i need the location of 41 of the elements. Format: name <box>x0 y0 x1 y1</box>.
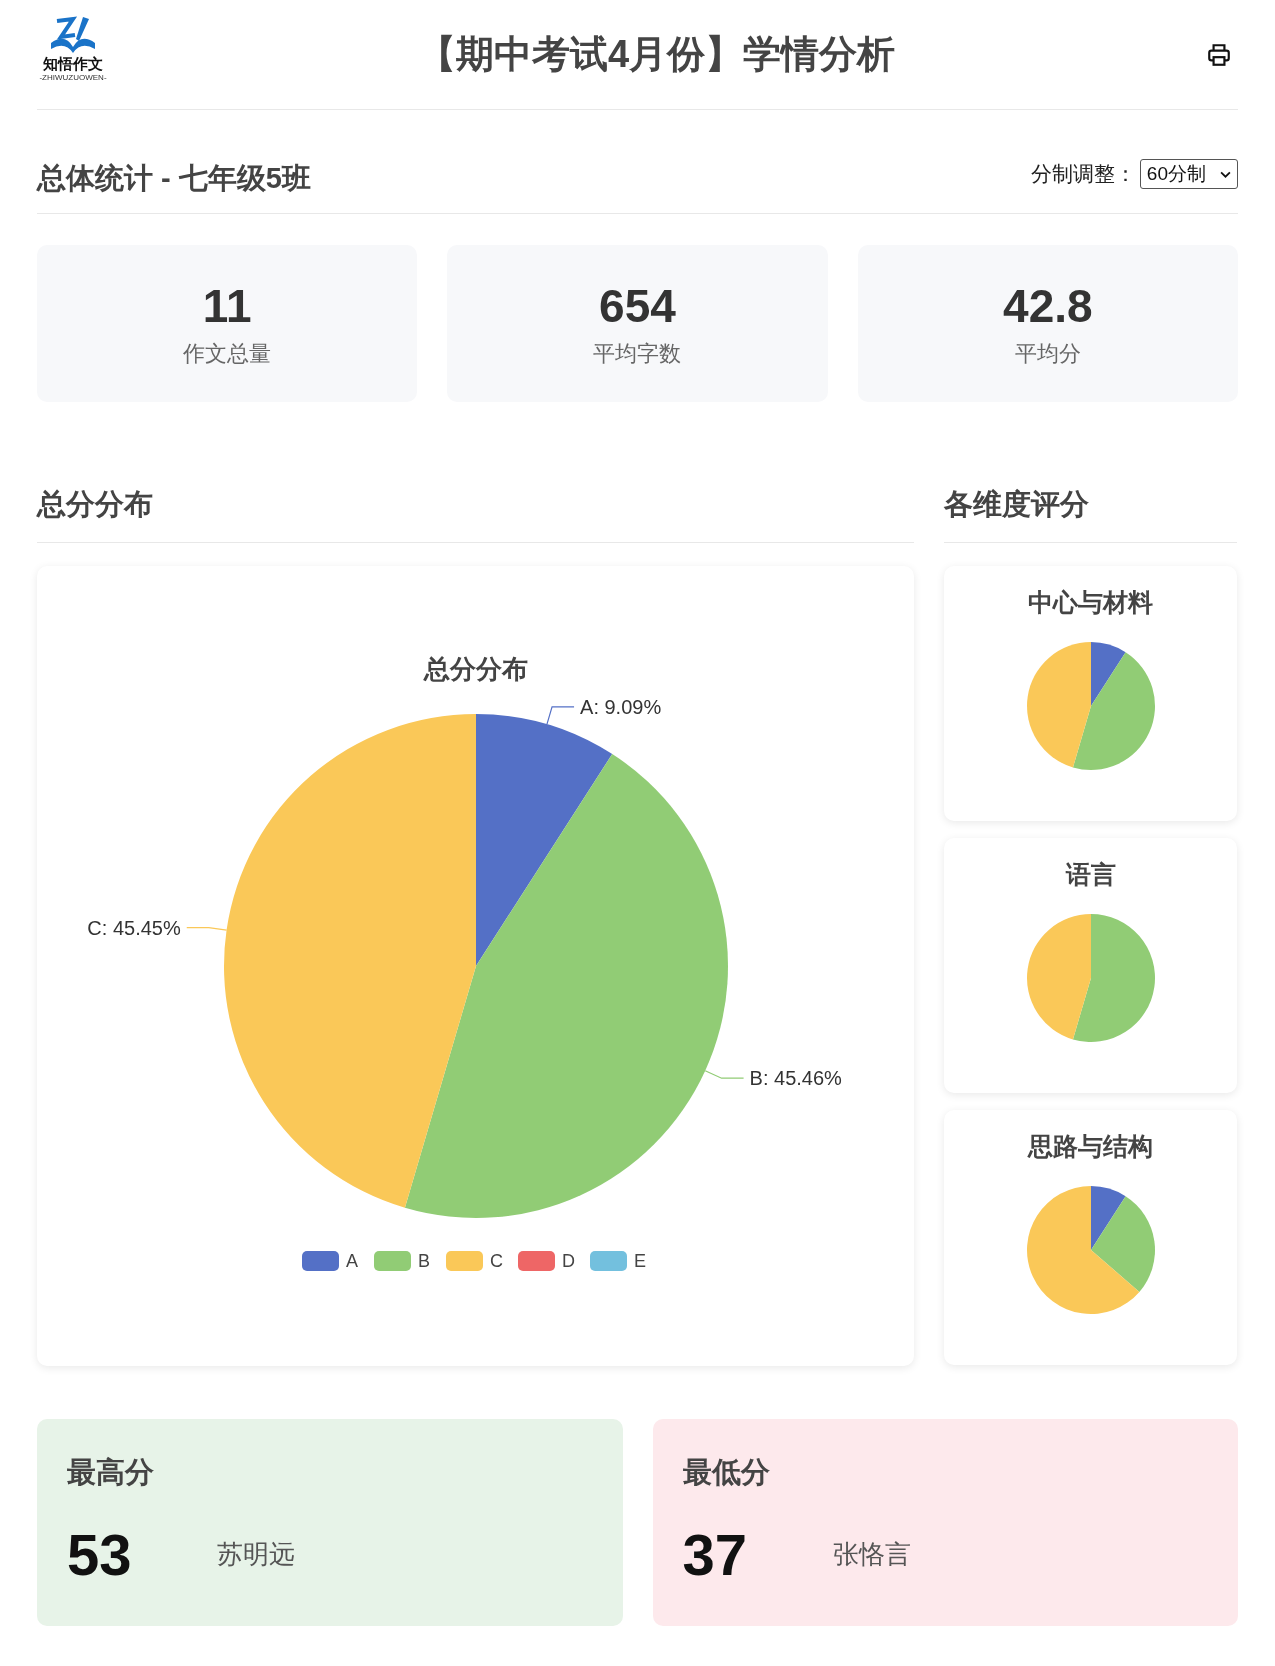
chart-title: 总分分布 <box>424 654 528 684</box>
data-label: A: 9.09% <box>580 695 662 718</box>
page-title: 【期中考试4月份】学情分析 <box>417 32 896 77</box>
student-name: 张恪言 <box>832 1538 911 1571</box>
stat-label: 平均字数 <box>593 339 682 368</box>
logo-text: 知悟作文 <box>43 54 103 73</box>
card-title: 最低分 <box>682 1455 771 1490</box>
stat-label: 平均分 <box>1014 339 1081 368</box>
logo-subtitle: -ZHIWUZUOWEN- <box>39 72 107 83</box>
stat-label: 作文总量 <box>183 339 272 368</box>
data-label: B: 45.46% <box>749 1067 842 1090</box>
section-title: 总分分布 <box>37 458 914 543</box>
legend-swatch[interactable] <box>446 1251 483 1271</box>
legend-swatch[interactable] <box>302 1251 339 1271</box>
stat-value: 42.8 <box>1003 278 1093 333</box>
score-value: 37 <box>682 1521 748 1588</box>
legend-label[interactable]: C <box>490 1251 503 1271</box>
section-title: 各维度评分 <box>944 458 1237 543</box>
section-title: 总体统计 - 七年级5班 <box>37 161 311 196</box>
scale-label: 分制调整： <box>1030 161 1136 187</box>
stat-value: 654 <box>599 278 676 333</box>
legend-label[interactable]: E <box>634 1251 646 1271</box>
chart-title: 中心与材料 <box>1028 587 1153 618</box>
chart-title: 语言 <box>1065 859 1116 890</box>
stat-value: 11 <box>202 278 252 333</box>
student-name: 苏明远 <box>217 1538 295 1571</box>
legend-swatch[interactable] <box>518 1251 555 1271</box>
legend-label[interactable]: D <box>562 1251 575 1271</box>
caret-icon <box>1220 170 1231 178</box>
legend-swatch[interactable] <box>590 1251 627 1271</box>
legend-label[interactable]: A <box>346 1251 358 1271</box>
data-label: C: 45.45% <box>87 916 181 939</box>
legend-swatch[interactable] <box>374 1251 411 1271</box>
score-value: 53 <box>67 1521 133 1588</box>
legend-label[interactable]: B <box>418 1251 430 1271</box>
leader-line <box>186 926 228 931</box>
scale-select[interactable]: 60分制 <box>1139 159 1238 189</box>
leader-line <box>546 706 575 725</box>
card-title: 最高分 <box>67 1455 155 1490</box>
chart-title: 思路与结构 <box>1028 1131 1153 1162</box>
leader-line <box>704 1070 745 1079</box>
